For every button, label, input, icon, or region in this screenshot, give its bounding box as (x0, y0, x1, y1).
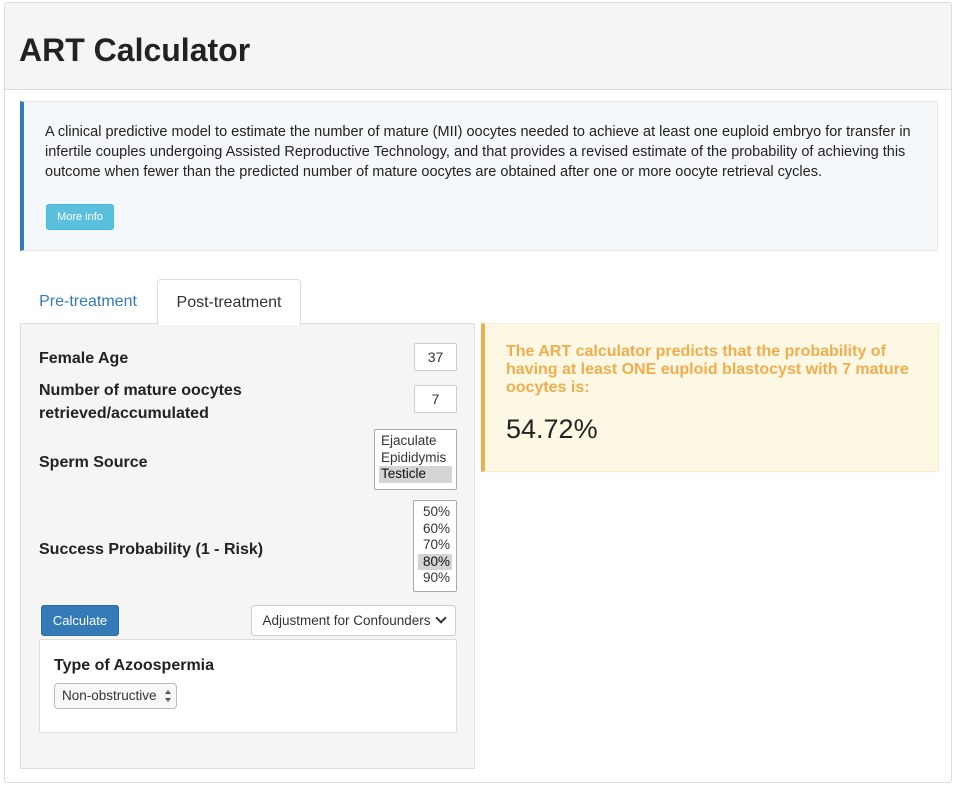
probability-option-80[interactable]: 80% (418, 553, 452, 570)
page-title: ART Calculator (19, 32, 251, 68)
up-down-arrows-icon (165, 690, 172, 702)
more-info-button[interactable]: More info (46, 204, 114, 230)
sperm-source-listbox[interactable]: Ejaculate Epididymis Testicle (374, 429, 457, 490)
azoospermia-selected-value: Non-obstructive (62, 688, 157, 703)
description-box: A clinical predictive model to estimate … (20, 101, 938, 251)
azoospermia-select[interactable]: Non-obstructive (54, 683, 177, 709)
female-age-label: Female Age (39, 350, 129, 367)
adjustment-confounders-button[interactable]: Adjustment for Confounders (251, 605, 456, 636)
sperm-option-epididymis[interactable]: Epididymis (379, 450, 452, 467)
chevron-down-icon (434, 612, 447, 624)
sperm-source-label: Sperm Source (39, 454, 148, 471)
sperm-option-testicle[interactable]: Testicle (379, 466, 452, 483)
adjustment-label: Adjustment for Confounders (262, 613, 431, 628)
result-panel: The ART calculator predicts that the pro… (481, 323, 939, 472)
sperm-option-ejaculate[interactable]: Ejaculate (379, 433, 452, 450)
tab-bar: Pre-treatment Post-treatment (20, 279, 477, 325)
description-text: A clinical predictive model to estimate … (45, 124, 911, 180)
azoospermia-type-label: Type of Azoospermia (54, 657, 215, 674)
calculate-button[interactable]: Calculate (41, 605, 119, 636)
oocytes-input[interactable]: 7 (414, 385, 457, 413)
female-age-input[interactable]: 37 (414, 343, 457, 371)
post-treatment-form: Female Age 37 Number of mature oocytes r… (20, 323, 475, 769)
success-probability-listbox[interactable]: 50% 60% 70% 80% 90% (413, 500, 457, 592)
probability-option-60[interactable]: 60% (418, 521, 452, 538)
header-bar: ART Calculator (5, 3, 951, 90)
probability-option-50[interactable]: 50% (418, 504, 452, 521)
result-probability: 54.72% (506, 414, 598, 444)
tab-post-treatment[interactable]: Post-treatment (157, 279, 301, 325)
app-window: ART Calculator A clinical predictive mod… (4, 2, 952, 783)
tab-pre-treatment[interactable]: Pre-treatment (20, 279, 156, 325)
probability-option-90[interactable]: 90% (418, 570, 452, 587)
result-text: The ART calculator predicts that the pro… (506, 343, 909, 396)
success-probability-label: Success Probability (1 - Risk) (39, 541, 264, 558)
probability-option-70[interactable]: 70% (418, 537, 452, 554)
confounders-panel: Type of Azoospermia Non-obstructive (39, 639, 457, 733)
oocytes-label: Number of mature oocytes retrieved/accum… (39, 382, 242, 422)
